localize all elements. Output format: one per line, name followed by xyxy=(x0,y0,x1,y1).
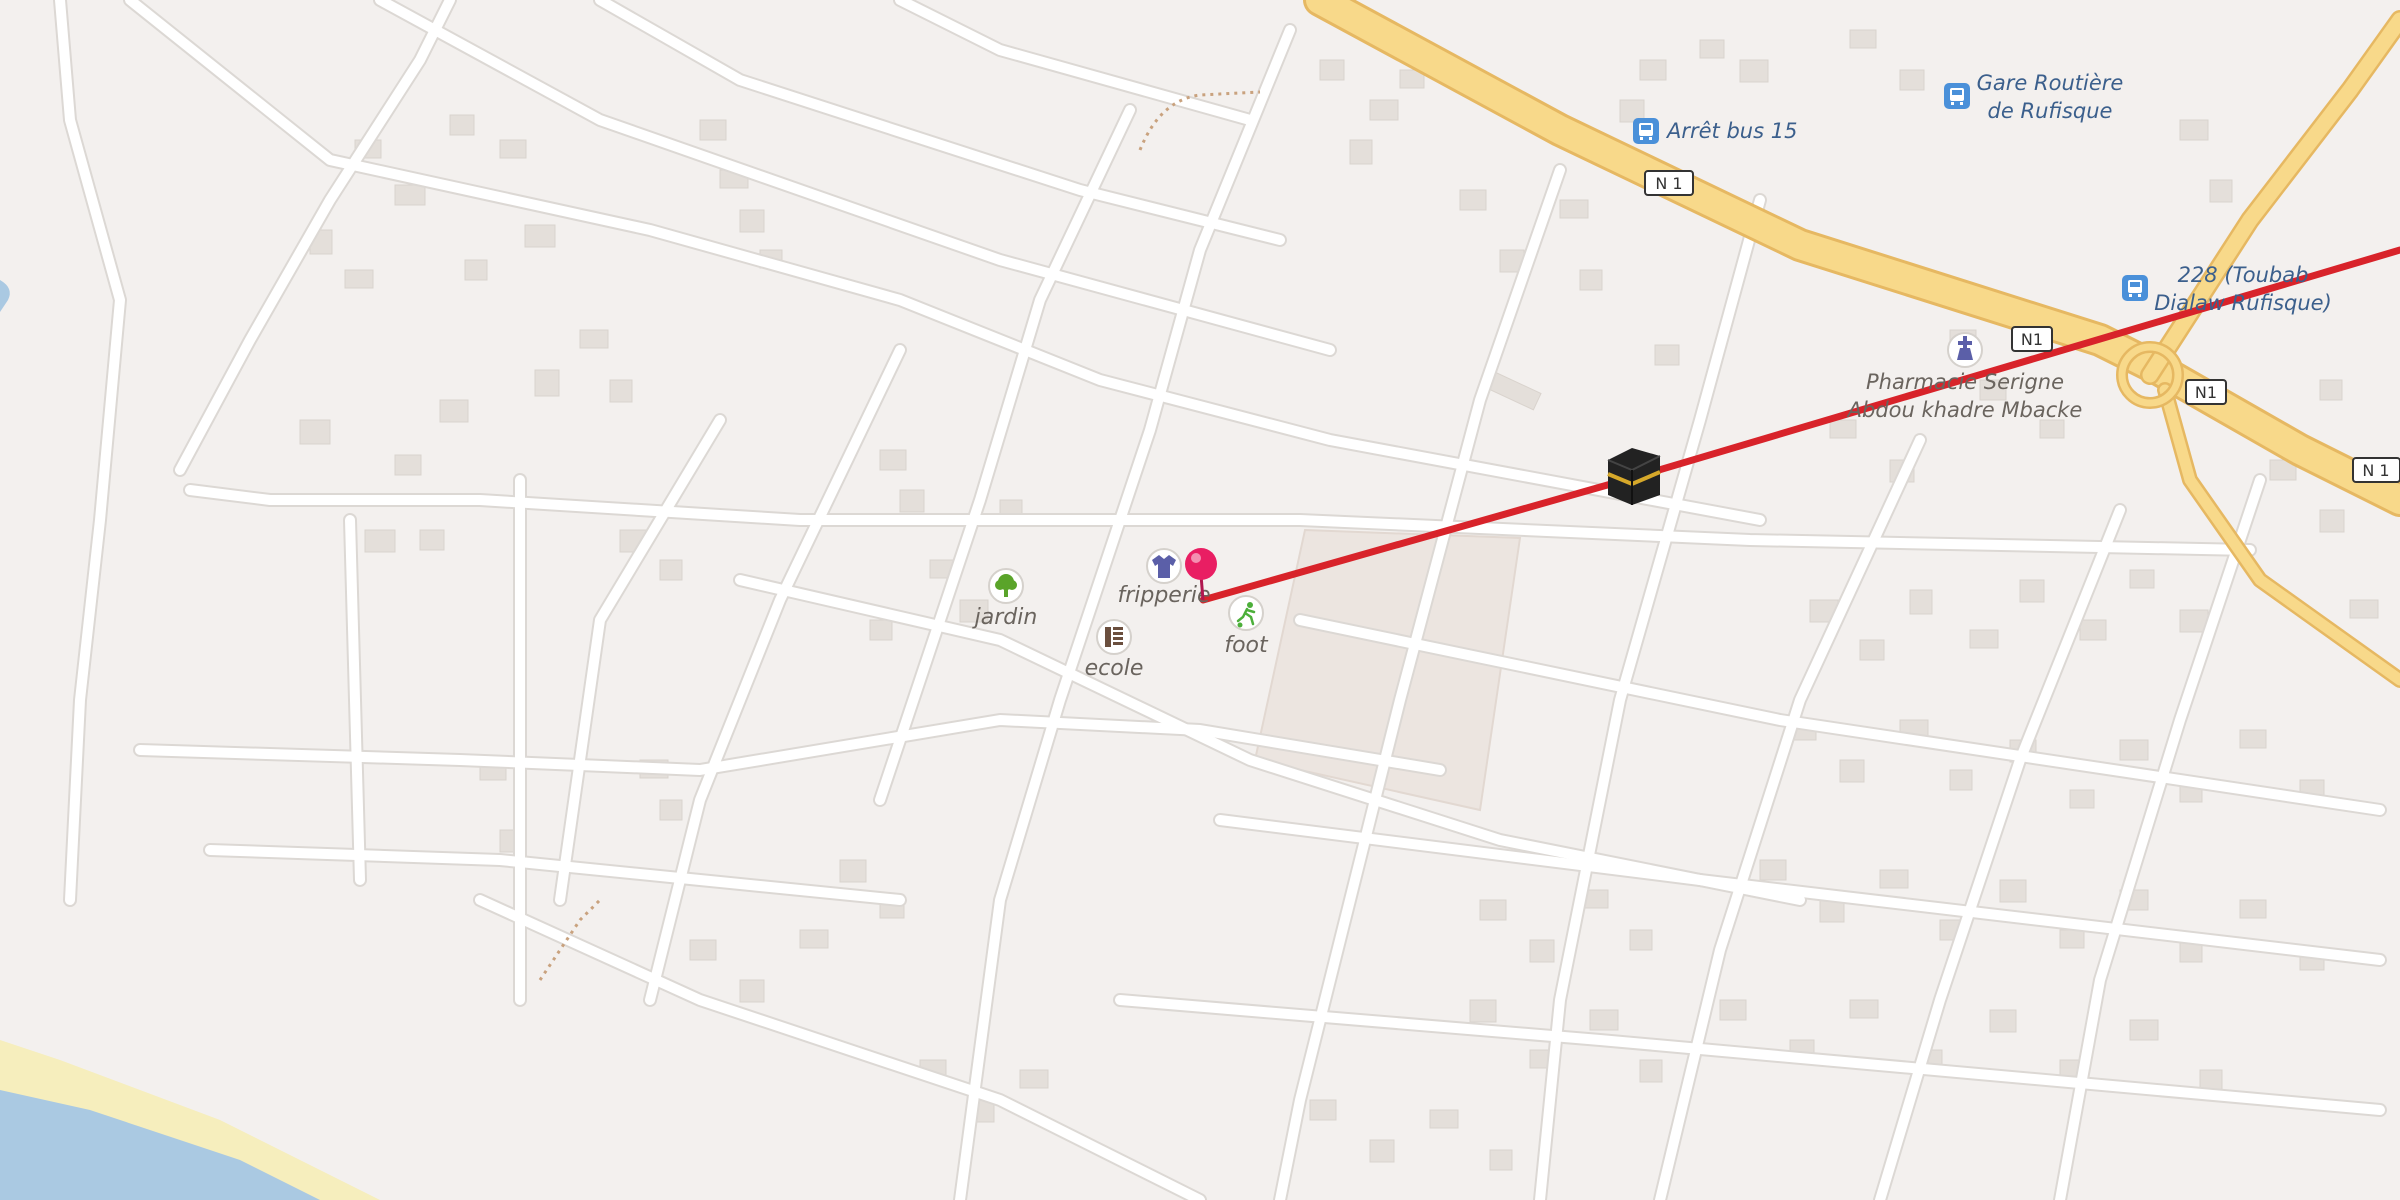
poi-label: ecole xyxy=(1085,656,1144,681)
poi-label-line1: 228 (Toubab xyxy=(2178,263,2309,287)
svg-text:N 1: N 1 xyxy=(2362,461,2389,480)
svg-text:N1: N1 xyxy=(2021,330,2043,349)
n1-shield-d: N 1 xyxy=(2352,457,2400,483)
n1-shield-c: N1 xyxy=(2185,379,2227,405)
poi-kaaba[interactable] xyxy=(1607,448,1661,505)
football-icon xyxy=(1228,595,1264,631)
poi-label-line2: de Rufisque xyxy=(1988,99,2113,123)
poi-label-line1: Gare Routière xyxy=(1977,71,2124,95)
poi-label: foot xyxy=(1224,633,1269,658)
school-icon xyxy=(1096,619,1132,655)
poi-label: Arrêt bus 15 xyxy=(1665,119,1797,143)
svg-text:N 1: N 1 xyxy=(1655,174,1682,193)
n1-shield-b: N1 xyxy=(2011,326,2053,352)
clothes-shop-icon xyxy=(1146,548,1182,584)
bus-station-icon xyxy=(1944,83,1970,109)
poi-label-line2: Dialaw Rufisque) xyxy=(2154,291,2332,315)
poi-label: fripperie xyxy=(1117,583,1210,608)
bus-stop-icon xyxy=(2122,275,2148,301)
kaaba-icon xyxy=(1607,448,1661,505)
map-canvas[interactable]: N 1 N1 N1 N 1 Arrêt bus 15 Gare Routière… xyxy=(0,0,2400,1200)
poi-label-line1: Pharmacie Serigne xyxy=(1866,370,2064,394)
poi-arret-bus-15[interactable]: Arrêt bus 15 xyxy=(1633,118,1797,144)
pharmacy-icon xyxy=(1947,332,1983,368)
svg-text:N1: N1 xyxy=(2195,383,2217,402)
n1-shield-a: N 1 xyxy=(1644,170,1694,196)
tree-icon xyxy=(988,568,1024,604)
poi-label-line2: Abdou khadre Mbacke xyxy=(1846,398,2083,422)
bus-stop-icon xyxy=(1633,118,1659,144)
poi-label: jardin xyxy=(972,605,1038,630)
